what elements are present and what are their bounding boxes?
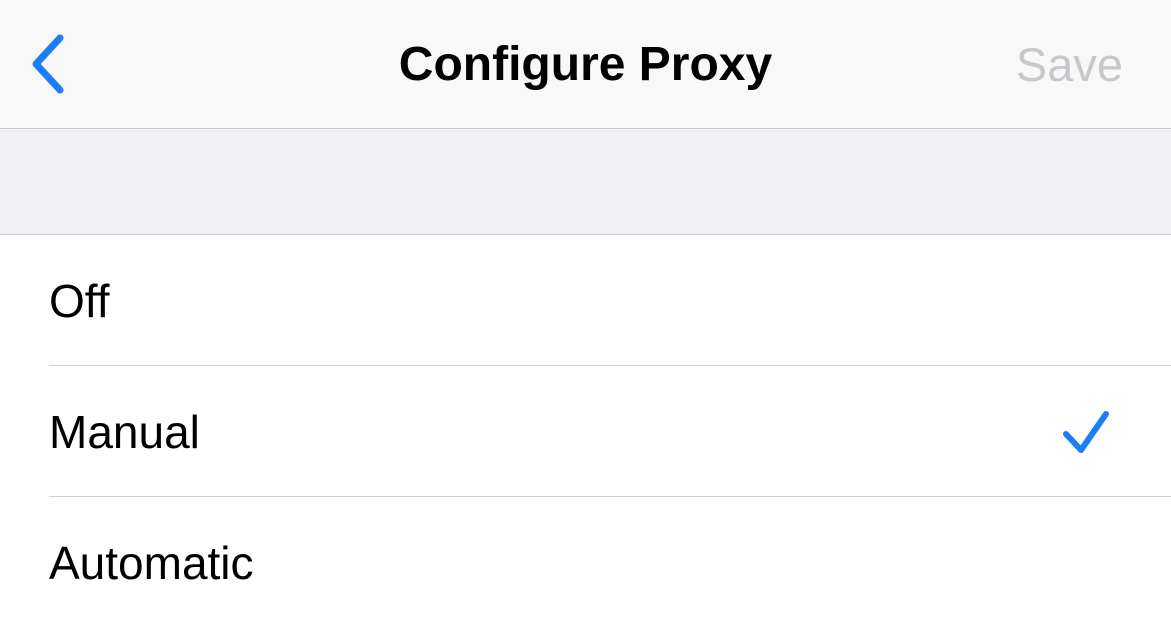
option-manual[interactable]: Manual bbox=[0, 366, 1171, 497]
section-header-spacer bbox=[0, 129, 1171, 235]
option-automatic[interactable]: Automatic bbox=[0, 497, 1171, 625]
option-off[interactable]: Off bbox=[0, 235, 1171, 366]
back-button[interactable] bbox=[18, 26, 78, 102]
navigation-bar: Configure Proxy Save bbox=[0, 0, 1171, 129]
page-title: Configure Proxy bbox=[398, 38, 773, 91]
save-button[interactable]: Save bbox=[1016, 0, 1123, 129]
configure-proxy-screen: Configure Proxy Save Off Manual Automati… bbox=[0, 0, 1171, 625]
option-label: Automatic bbox=[49, 536, 254, 589]
chevron-left-icon bbox=[32, 34, 64, 94]
option-label: Manual bbox=[49, 405, 200, 458]
checkmark-icon bbox=[1061, 366, 1111, 497]
proxy-options-list: Off Manual Automatic bbox=[0, 235, 1171, 625]
option-label: Off bbox=[49, 274, 110, 327]
